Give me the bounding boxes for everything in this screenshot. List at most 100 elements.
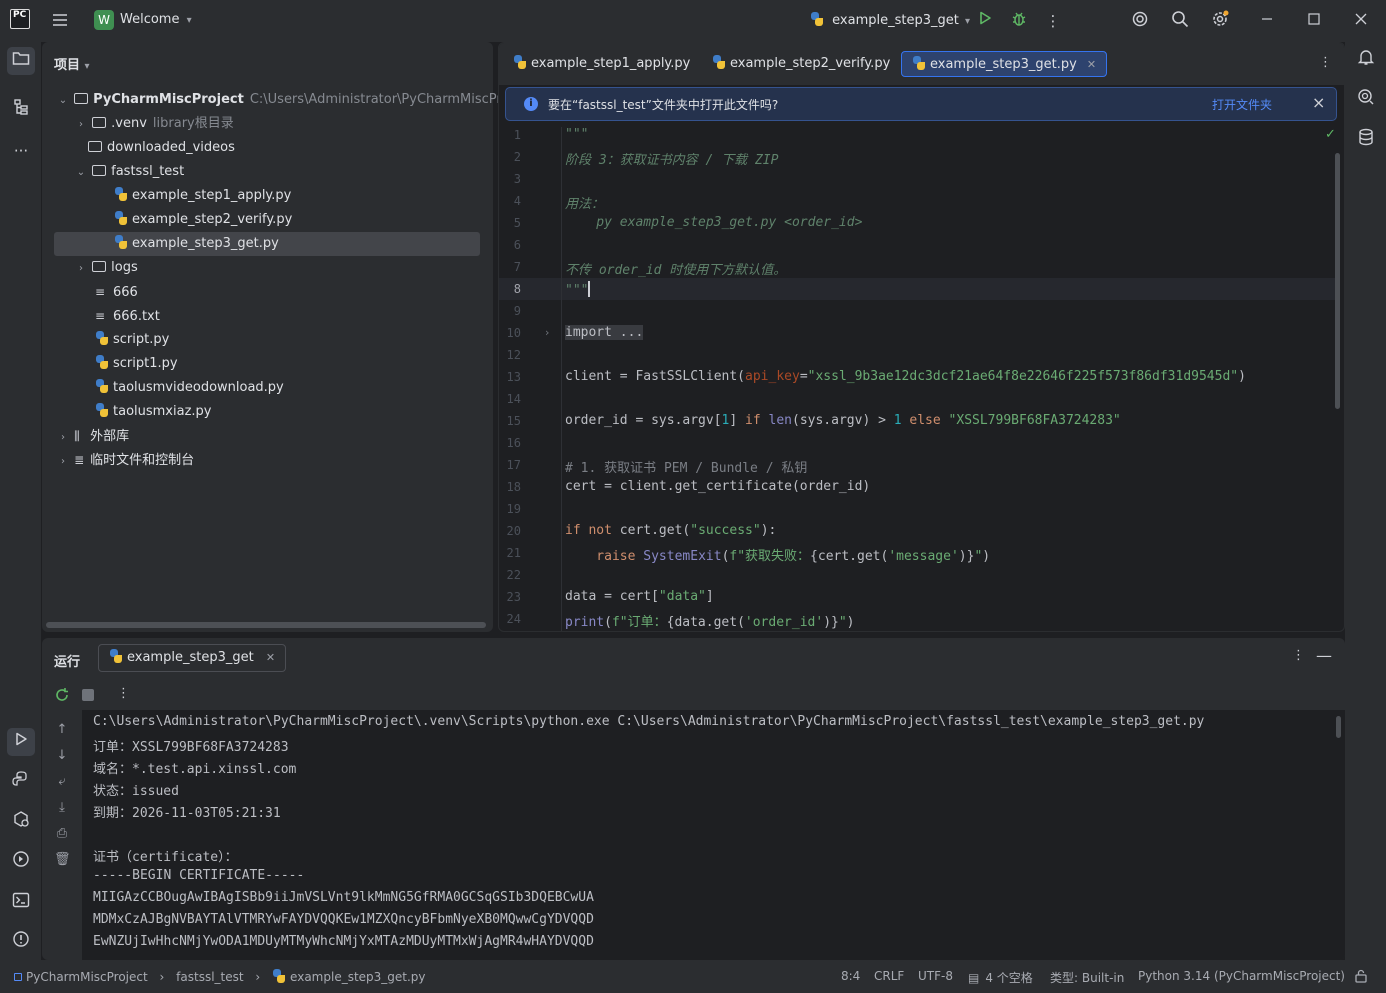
close-window-icon[interactable]: [1350, 10, 1372, 32]
tree-item-script[interactable]: script.py: [95, 328, 169, 352]
run-tab[interactable]: example_step3_get ✕: [98, 644, 287, 672]
notifications-bell-icon[interactable]: [1352, 47, 1380, 75]
more-actions-icon[interactable]: ⋮: [1042, 10, 1064, 32]
run-options-icon[interactable]: ⋮: [1292, 648, 1305, 663]
python-packages-icon[interactable]: [7, 769, 35, 797]
tree-item-taolusmxiaz[interactable]: taolusmxiaz.py: [95, 400, 211, 424]
open-folder-link[interactable]: 打开文件夹: [1212, 96, 1272, 113]
minimize-icon[interactable]: [1256, 10, 1278, 32]
code-token: 'message': [888, 549, 959, 564]
code-token: client = FastSSLClient(: [565, 369, 746, 384]
project-tool-folder-icon[interactable]: [7, 47, 35, 75]
settings-gear-icon[interactable]: [1209, 10, 1231, 32]
caret-position[interactable]: 8:4: [841, 969, 860, 983]
console-line: 证书（certificate）：: [93, 850, 238, 865]
code-line: # 1. 获取证书 PEM / Bundle / 私钥: [565, 461, 808, 476]
run-icon[interactable]: [974, 10, 996, 32]
tree-item-666[interactable]: ≡ 666: [95, 280, 138, 304]
tab-example-step2[interactable]: example_step2_verify.py: [702, 51, 900, 77]
console-output[interactable]: C:\Users\Administrator\PyCharmMiscProjec…: [82, 710, 1345, 960]
tab-options-icon[interactable]: ⋮: [1319, 55, 1332, 70]
python-interpreter[interactable]: Python 3.14 (PyCharmMiscProject): [1138, 969, 1345, 983]
run-tool-icon[interactable]: [7, 728, 35, 756]
code-token: 'order_id': [744, 615, 824, 630]
tree-item-downloaded-videos[interactable]: downloaded_videos: [88, 136, 235, 160]
ai-assistant-icon[interactable]: [1129, 10, 1151, 32]
maximize-icon[interactable]: [1303, 10, 1325, 32]
console-line: 到期：2026-11-03T05:21:31: [93, 806, 281, 821]
tree-item-taolusmvideodownload[interactable]: taolusmvideodownload.py: [95, 376, 284, 400]
code-token: data = cert[: [565, 589, 659, 604]
tree-item-step3-selected[interactable]: example_step3_get.py: [54, 232, 480, 256]
scroll-down-arrow-icon[interactable]: ↓: [54, 748, 70, 763]
run-tab-label: example_step3_get: [127, 650, 254, 665]
console-vertical-scrollbar[interactable]: [1336, 716, 1341, 738]
indent-setting[interactable]: ▤ 4 个空格: [968, 969, 1033, 986]
project-panel-header[interactable]: 项目 ▾: [54, 54, 90, 73]
tree-item-step1[interactable]: example_step1_apply.py: [114, 184, 291, 208]
project-badge[interactable]: W: [94, 10, 114, 30]
close-tab-icon[interactable]: ✕: [1087, 58, 1096, 71]
scroll-up-arrow-icon[interactable]: ↑: [54, 722, 70, 737]
line-number: 5: [513, 216, 521, 230]
tree-item-script1[interactable]: script1.py: [95, 352, 178, 376]
more-run-actions-icon[interactable]: ⋮: [117, 686, 130, 701]
debug-icon[interactable]: [1008, 10, 1030, 32]
trash-icon[interactable]: 🗑: [54, 852, 71, 867]
services-icon[interactable]: [7, 809, 35, 837]
file-encoding[interactable]: UTF-8: [918, 969, 953, 983]
run-config-selector[interactable]: example_step3_get ▾: [810, 12, 970, 28]
terminal-icon[interactable]: [7, 889, 35, 917]
breadcrumb-item-project[interactable]: PyCharmMiscProject: [26, 970, 148, 984]
file-type[interactable]: 类型: Built-in: [1050, 969, 1124, 986]
close-tab-icon[interactable]: ✕: [266, 651, 275, 664]
code-token: {data.get(: [666, 615, 745, 630]
chevron-down-icon: ⌄: [58, 95, 68, 106]
scratches-icon: ≣: [74, 453, 85, 467]
ai-chat-icon[interactable]: [1352, 87, 1380, 115]
tab-example-step1[interactable]: example_step1_apply.py: [503, 51, 700, 77]
breadcrumb-item-file[interactable]: example_step3_get.py: [290, 970, 425, 984]
more-tools-icon[interactable]: ···: [7, 137, 35, 165]
problems-icon[interactable]: [7, 929, 35, 957]
line-number: 17: [506, 458, 521, 472]
current-line-highlight: [499, 278, 1337, 300]
tree-item-project-root[interactable]: ⌄ PyCharmMiscProject C:\Users\Administrat…: [56, 88, 533, 112]
scroll-to-end-icon[interactable]: ⤓: [54, 800, 70, 815]
fold-chevron-right-icon[interactable]: ›: [545, 326, 549, 339]
rerun-icon[interactable]: [54, 687, 70, 707]
python-file-icon: [114, 211, 128, 225]
tree-item-step2[interactable]: example_step2_verify.py: [114, 208, 292, 232]
folded-imports[interactable]: import ...: [565, 325, 644, 340]
tree-item-hint: library根目录: [152, 116, 234, 131]
print-icon[interactable]: ⎙: [54, 826, 70, 841]
structure-icon[interactable]: [7, 97, 35, 125]
line-ending[interactable]: CRLF: [874, 969, 904, 983]
main-menu-icon[interactable]: [51, 11, 69, 29]
tree-item-fastssl-test[interactable]: ⌄ fastssl_test: [74, 160, 184, 184]
tree-item-scratches[interactable]: › ≣ 临时文件和控制台: [56, 448, 194, 472]
editor-vertical-scrollbar[interactable]: [1335, 153, 1340, 409]
stop-icon[interactable]: [82, 689, 94, 701]
hide-panel-icon[interactable]: —: [1316, 646, 1332, 665]
tree-item-external-libraries[interactable]: › ⫼ 外部库: [56, 424, 129, 448]
tab-label: example_step2_verify.py: [730, 56, 891, 71]
inspection-ok-check-icon[interactable]: ✓: [1325, 127, 1336, 142]
run-panel: 运行 example_step3_get ✕ ⋮ — ⋮ ↑ ↓ ⤶ ⤓ ⎙ 🗑…: [42, 638, 1345, 960]
lock-icon[interactable]: [1354, 969, 1368, 986]
close-icon[interactable]: ×: [1312, 93, 1325, 112]
tree-item-logs[interactable]: › logs: [74, 256, 138, 280]
project-horizontal-scrollbar[interactable]: [46, 622, 486, 628]
python-console-icon[interactable]: [7, 849, 35, 877]
code-token: if: [565, 523, 581, 538]
soft-wrap-icon[interactable]: ⤶: [54, 774, 70, 789]
project-switcher[interactable]: Welcome ▾: [120, 12, 192, 27]
tree-item-venv[interactable]: › .venv library根目录: [74, 112, 234, 136]
line-number: 18: [506, 480, 521, 494]
search-icon[interactable]: [1169, 10, 1191, 32]
tab-example-step3-active[interactable]: example_step3_get.py ✕: [901, 51, 1108, 77]
tree-item-666-txt[interactable]: ≡ 666.txt: [95, 304, 160, 328]
database-icon[interactable]: [1352, 127, 1380, 155]
breadcrumb-item-folder[interactable]: fastssl_test: [176, 970, 243, 984]
